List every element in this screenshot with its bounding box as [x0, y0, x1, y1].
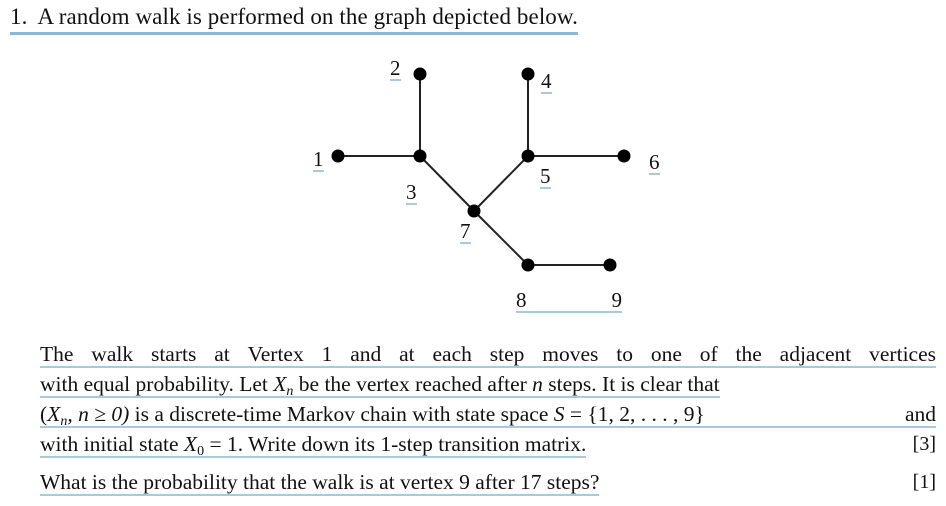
- marks-part-a: [3]: [912, 433, 936, 455]
- var-n: n: [532, 372, 543, 396]
- vertex-1: [331, 149, 345, 163]
- edge-7-8: [473, 210, 529, 266]
- vertex-label-6: 6: [649, 150, 660, 175]
- body-line-1: The walk starts at Vertex 1 and at each step moves…: [40, 342, 936, 368]
- line4-text-a: with initial state: [40, 432, 184, 456]
- var-S: S: [553, 402, 565, 426]
- vertex-4: [521, 67, 535, 81]
- graph-edges: [338, 74, 624, 266]
- body-line-3: (Xn, n ≥ 0) is a discrete-time Markov ch…: [40, 402, 936, 429]
- vertex-3: [413, 149, 427, 163]
- sub-0: 0: [197, 444, 205, 459]
- edge-5-7: [473, 155, 529, 212]
- vertex-7: [467, 204, 481, 218]
- word: adjacent: [779, 342, 852, 366]
- word: at: [399, 342, 415, 366]
- edge-3-7: [419, 155, 475, 212]
- word: one: [650, 342, 682, 366]
- line2-text-b: be the vertex reached after: [293, 372, 533, 396]
- vertex-label-7: 7: [460, 219, 471, 244]
- vertex-label-1: 1: [313, 147, 324, 172]
- word: walk: [91, 342, 134, 366]
- word: each: [432, 342, 472, 366]
- vertex-8: [521, 258, 535, 272]
- vertex-label-5: 5: [540, 164, 551, 189]
- var-X: X: [273, 372, 287, 396]
- var-X: X: [47, 402, 61, 426]
- word: the: [735, 342, 762, 366]
- graph-diagram: [331, 67, 631, 272]
- word: at: [214, 342, 230, 366]
- word: vertices: [869, 342, 936, 366]
- condition: , n ≥ 0): [67, 402, 130, 426]
- question-part-b: What is the probability that the walk is…: [40, 470, 600, 494]
- vertex-9: [603, 258, 617, 272]
- state-set: = {1, 2, . . . , 9}: [564, 402, 705, 426]
- vertex-label-8-9: 89: [516, 289, 622, 313]
- word: moves: [542, 342, 599, 366]
- word: 1: [321, 342, 333, 366]
- vertex-2: [413, 67, 427, 81]
- vertex-5: [521, 149, 535, 163]
- line3-and: and: [904, 402, 936, 426]
- word: of: [699, 342, 718, 366]
- body-line-2: with equal probability. Let Xn be the ve…: [40, 372, 720, 399]
- word: to: [616, 342, 633, 366]
- line2-text-a: with equal probability. Let: [40, 372, 274, 396]
- vertex-label-2: 2: [390, 56, 401, 81]
- vertex-label-9: 9: [611, 288, 623, 312]
- graph-vertices: [331, 67, 631, 272]
- marks-part-b: [1]: [912, 471, 936, 493]
- var-X: X: [183, 432, 198, 456]
- vertex-6: [617, 149, 631, 163]
- vertex-label-3: 3: [406, 180, 417, 205]
- vertex-label-8: 8: [516, 288, 527, 312]
- word: starts: [150, 342, 197, 366]
- word: The: [40, 342, 74, 366]
- line3-text: is a discrete-time Markov chain with sta…: [129, 402, 554, 426]
- body-line-4: with initial state X0 = 1. Write down it…: [40, 432, 587, 459]
- body-line-5: What is the probability that the walk is…: [40, 470, 600, 496]
- word: Vertex: [247, 342, 304, 366]
- word: step: [489, 342, 525, 366]
- word: and: [350, 342, 382, 366]
- line4-text-b: = 1. Write down its 1-step transition ma…: [204, 432, 587, 456]
- vertex-label-4: 4: [541, 69, 552, 94]
- line2-text-c: steps. It is clear that: [542, 372, 720, 396]
